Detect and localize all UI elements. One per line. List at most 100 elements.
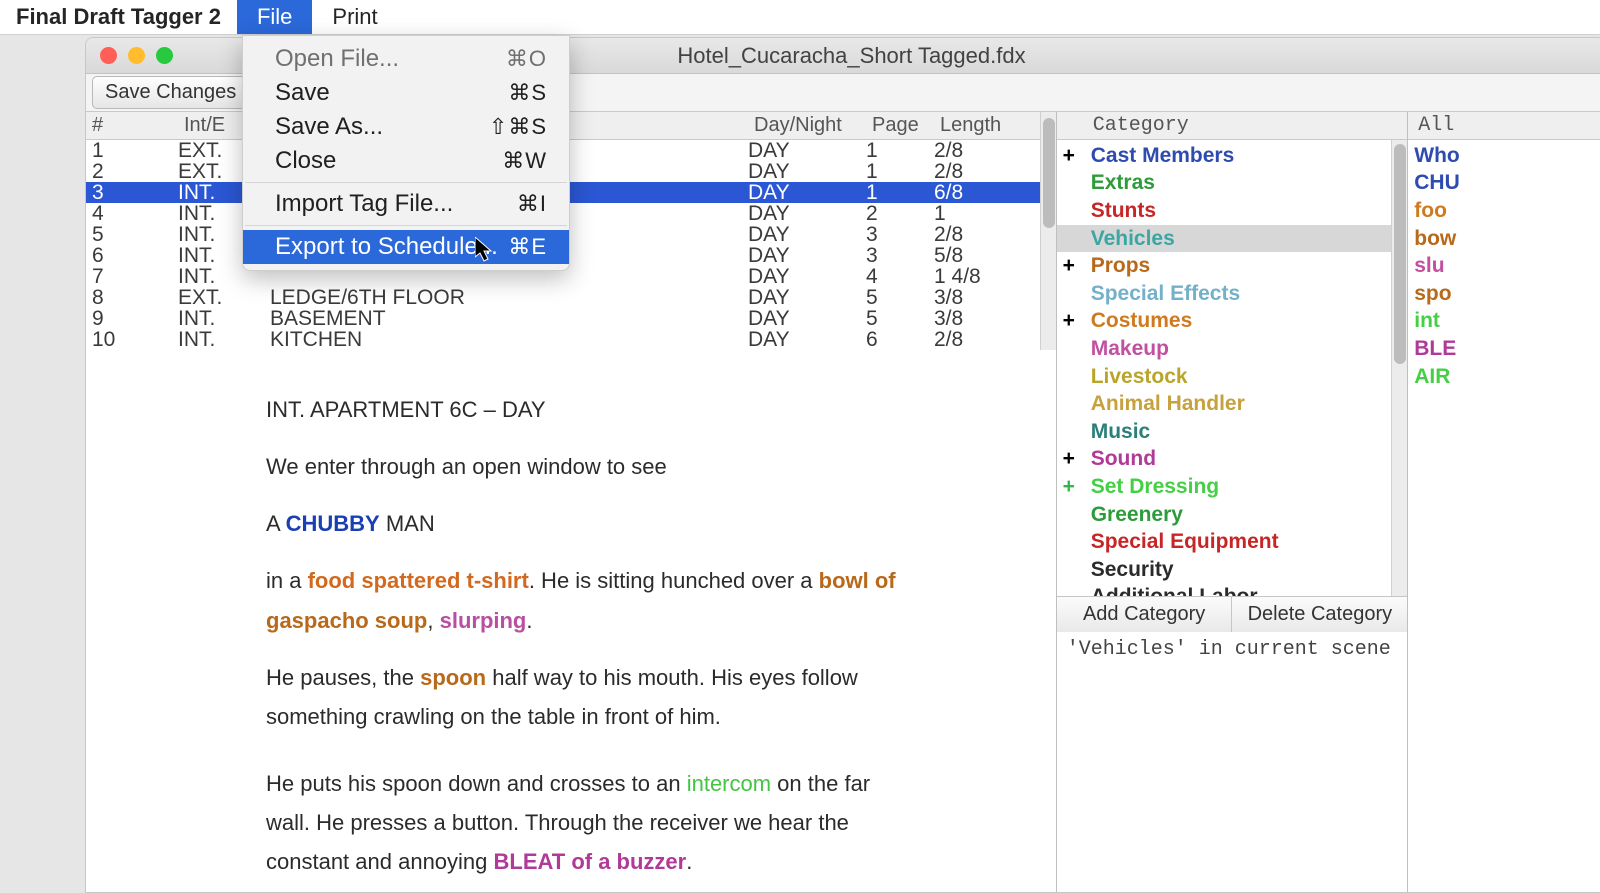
- category-item[interactable]: Additional Labor: [1057, 584, 1392, 597]
- tag-sound[interactable]: BLEAT of a buzzer: [494, 849, 687, 874]
- category-label: Security: [1081, 558, 1174, 582]
- menu-save-shortcut: ⌘S: [508, 80, 547, 106]
- tag-item[interactable]: slu: [1414, 252, 1600, 280]
- category-item[interactable]: Special Effects: [1057, 280, 1392, 308]
- window-zoom-button[interactable]: [156, 47, 173, 64]
- script-view: INT. APARTMENT 6C – DAY We enter through…: [86, 350, 1056, 892]
- tag-item[interactable]: CHU: [1414, 170, 1600, 198]
- app-name: Final Draft Tagger 2: [0, 4, 237, 30]
- menu-bar: Final Draft Tagger 2 File Print: [0, 0, 1600, 35]
- tag-item[interactable]: Who: [1414, 142, 1600, 170]
- tags-list: WhoCHUfoobowsluspointBLEAIR: [1408, 140, 1600, 390]
- script-paragraph: A CHUBBY MAN: [266, 504, 906, 543]
- category-label: Special Effects: [1081, 282, 1240, 306]
- expand-icon[interactable]: +: [1057, 475, 1081, 499]
- tag-item[interactable]: int: [1414, 308, 1600, 336]
- col-header-length: Length: [934, 114, 1034, 137]
- expand-icon[interactable]: +: [1057, 309, 1081, 333]
- category-scrollbar[interactable]: [1391, 140, 1407, 596]
- tag-item[interactable]: foo: [1414, 197, 1600, 225]
- category-item[interactable]: Livestock: [1057, 363, 1392, 391]
- menu-save-label: Save: [275, 79, 330, 107]
- category-status: 'Vehicles' in current scene: [1057, 632, 1408, 892]
- menu-import-tag-shortcut: ⌘I: [517, 191, 547, 217]
- left-pane: # Int/E Day/Night Page Length 1EXT.DAY12…: [86, 112, 1057, 892]
- tag-item[interactable]: bow: [1414, 225, 1600, 253]
- scene-row[interactable]: 8EXT.LEDGE/6TH FLOORDAY53/8: [86, 287, 1040, 308]
- category-label: Vehicles: [1081, 227, 1175, 251]
- menu-print[interactable]: Print: [312, 0, 397, 34]
- script-paragraph: He pauses, the spoon half way to his mou…: [266, 658, 906, 736]
- category-item[interactable]: +Props: [1057, 252, 1392, 280]
- category-item[interactable]: +Sound: [1057, 446, 1392, 474]
- col-header-dn: Day/Night: [748, 114, 866, 137]
- category-item[interactable]: Animal Handler: [1057, 390, 1392, 418]
- tag-item[interactable]: spo: [1414, 280, 1600, 308]
- category-item[interactable]: +Set Dressing: [1057, 473, 1392, 501]
- expand-icon[interactable]: +: [1057, 254, 1081, 278]
- category-item[interactable]: Security: [1057, 556, 1392, 584]
- tag-cast[interactable]: CHUBBY: [286, 511, 380, 536]
- scene-row[interactable]: 9INT.BASEMENTDAY53/8: [86, 308, 1040, 329]
- category-item[interactable]: +Cast Members: [1057, 142, 1392, 170]
- script-paragraph: We enter through an open window to see: [266, 447, 906, 486]
- tags-pane: All WhoCHUfoobowsluspointBLEAIR: [1408, 112, 1600, 892]
- window-minimize-button[interactable]: [128, 47, 145, 64]
- scene-scroll-thumb[interactable]: [1043, 118, 1055, 228]
- category-scroll-thumb[interactable]: [1394, 144, 1406, 364]
- script-paragraph: He puts his spoon down and crosses to an…: [266, 764, 906, 881]
- category-label: Costumes: [1081, 309, 1193, 333]
- category-label: Special Equipment: [1081, 530, 1279, 554]
- scene-slugline: INT. APARTMENT 6C – DAY: [266, 390, 1042, 429]
- category-item[interactable]: Makeup: [1057, 335, 1392, 363]
- expand-icon[interactable]: +: [1057, 144, 1081, 168]
- menu-close[interactable]: Close ⌘W: [243, 144, 569, 178]
- tag-set-dressing[interactable]: intercom: [687, 771, 771, 796]
- category-item[interactable]: Extras: [1057, 170, 1392, 198]
- category-label: Props: [1081, 254, 1151, 278]
- menu-save-as[interactable]: Save As... ⇧⌘S: [243, 110, 569, 144]
- save-changes-button[interactable]: Save Changes: [92, 76, 249, 109]
- category-label: Music: [1081, 420, 1151, 444]
- scene-scrollbar[interactable]: [1040, 112, 1056, 350]
- category-label: Sound: [1081, 447, 1156, 471]
- category-buttons: Add Category Delete Category: [1057, 596, 1408, 632]
- tag-item[interactable]: AIR: [1414, 363, 1600, 391]
- expand-icon[interactable]: +: [1057, 447, 1081, 471]
- category-label: Set Dressing: [1081, 475, 1219, 499]
- category-pane: Category +Cast MembersExtrasStuntsVehicl…: [1057, 112, 1409, 892]
- category-list: +Cast MembersExtrasStuntsVehicles+PropsS…: [1057, 140, 1408, 596]
- menu-file[interactable]: File: [237, 0, 312, 34]
- category-item[interactable]: Stunts: [1057, 197, 1392, 225]
- script-paragraph: in a food spattered t-shirt. He is sitti…: [266, 561, 906, 639]
- category-item[interactable]: Greenery: [1057, 501, 1392, 529]
- scene-row[interactable]: 10INT.KITCHENDAY62/8: [86, 329, 1040, 350]
- tag-prop[interactable]: spoon: [420, 665, 486, 690]
- menu-open-file-label: Open File...: [275, 45, 399, 73]
- menu-import-tag[interactable]: Import Tag File... ⌘I: [243, 187, 569, 221]
- category-label: Greenery: [1081, 503, 1183, 527]
- category-label: Makeup: [1081, 337, 1169, 361]
- category-item[interactable]: Vehicles: [1057, 225, 1392, 253]
- file-menu-dropdown: Open File... ⌘O Save ⌘S Save As... ⇧⌘S C…: [242, 35, 570, 271]
- menu-export-schedule-label: Export to Schedule...: [275, 233, 498, 261]
- col-header-page: Page: [866, 114, 934, 137]
- window-close-button[interactable]: [100, 47, 117, 64]
- category-label: Cast Members: [1081, 144, 1235, 168]
- menu-close-shortcut: ⌘W: [502, 148, 547, 174]
- menu-export-schedule[interactable]: Export to Schedule... ⌘E: [243, 230, 569, 264]
- menu-export-schedule-shortcut: ⌘E: [508, 234, 547, 260]
- menu-open-file[interactable]: Open File... ⌘O: [243, 42, 569, 76]
- category-label: Additional Labor: [1081, 585, 1258, 596]
- tag-costume[interactable]: food spattered t-shirt: [308, 568, 529, 593]
- category-item[interactable]: Special Equipment: [1057, 528, 1392, 556]
- menu-save-as-shortcut: ⇧⌘S: [489, 114, 547, 140]
- tag-item[interactable]: BLE: [1414, 335, 1600, 363]
- add-category-button[interactable]: Add Category: [1057, 597, 1233, 632]
- category-item[interactable]: +Costumes: [1057, 308, 1392, 336]
- menu-save[interactable]: Save ⌘S: [243, 76, 569, 110]
- category-item[interactable]: Music: [1057, 418, 1392, 446]
- menu-open-file-shortcut: ⌘O: [506, 46, 547, 72]
- delete-category-button[interactable]: Delete Category: [1232, 597, 1407, 632]
- tag-makeup[interactable]: slurping: [440, 608, 527, 633]
